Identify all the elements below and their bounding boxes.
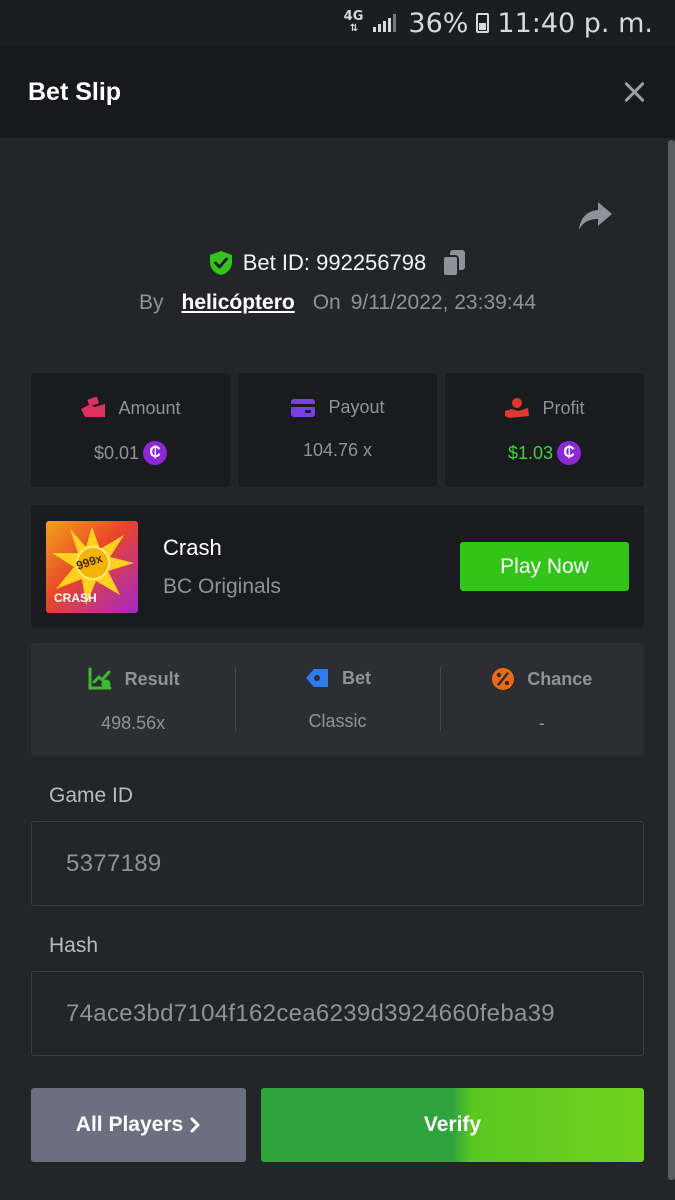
payout-label: Payout [328,397,385,417]
result-column: Result 498.56x [31,643,235,756]
status-bar: 4G ⇅ 36% 11:40 p. m. [0,0,675,46]
battery-percent: 36% [408,7,469,39]
play-now-button[interactable]: Play Now [460,542,629,591]
close-icon[interactable] [621,79,647,105]
bet-id-row: Bet ID: 992256798 [0,246,675,280]
game-card: 999x CRASH Crash BC Originals Play Now [31,505,644,628]
percent-icon [492,668,515,690]
bet-meta-row: By helicóptero On 9/11/2022, 23:39:44 [0,288,675,318]
network-type: 4G [343,9,364,24]
payout-card: Payout 104.76 x [238,373,437,487]
all-players-label: All Players [75,1113,184,1136]
hash-field[interactable] [31,971,644,1056]
bet-value: Classic [308,711,367,731]
copy-icon[interactable] [442,249,466,277]
bet-datetime: 9/11/2022, 23:39:44 [350,291,536,314]
game-result-info: Result 498.56x Bet Classic Chance - [31,643,644,756]
coin-icon: ₵ [557,441,582,465]
all-players-button[interactable]: All Players [31,1088,246,1162]
share-icon[interactable] [578,200,614,232]
chance-label: Chance [527,668,593,689]
data-arrows-icon: ⇅ [349,23,358,34]
amount-label: Amount [118,397,181,418]
result-chart-icon [88,667,112,690]
game-id-field[interactable] [31,821,644,906]
signal-icon [373,14,397,32]
verify-button[interactable]: Verify [261,1088,644,1162]
modal-title: Bet Slip [28,77,122,106]
game-id-label: Game ID [49,784,134,807]
modal-header: Bet Slip [0,46,675,138]
amount-card: Amount $0.01 ₵ [31,373,230,487]
thumbnail-label: CRASH [54,591,97,605]
username-link[interactable]: helicóptero [182,291,295,315]
payout-value: 104.76 x [302,440,373,460]
game-name[interactable]: Crash [163,535,222,561]
crash-game-thumbnail[interactable]: 999x CRASH [46,521,138,613]
network-indicator: 4G ⇅ [343,9,364,35]
coin-icon: ₵ [143,441,168,465]
game-id-input[interactable] [64,848,643,879]
hash-label: Hash [49,934,99,957]
bet-tag-icon [305,669,328,687]
battery-icon [476,13,490,33]
wallet-icon [291,398,316,417]
money-hand-icon [81,397,106,417]
hash-input[interactable] [64,998,643,1029]
profit-hand-icon [505,398,530,418]
by-label: By [139,291,164,314]
bet-label: Bet [341,667,371,688]
chance-column: Chance - [439,643,644,756]
shield-check-icon [209,251,232,275]
bet-column: Bet Classic [235,643,439,756]
profit-value: $1.03 [507,442,554,463]
clock: 11:40 p. m. [497,7,653,39]
chevron-right-icon [190,1117,200,1133]
game-provider: BC Originals [163,575,281,598]
on-label: On [312,291,341,314]
chance-value: - [538,713,545,733]
amount-value: $0.01 [93,442,140,463]
result-label: Result [124,668,180,689]
result-value: 498.56x [101,713,166,733]
profit-label: Profit [542,397,585,418]
bet-id: Bet ID: 992256798 [242,250,427,275]
profit-card: Profit $1.03 ₵ [445,373,644,487]
bet-stats: Amount $0.01 ₵ Payout 104.76 x Profit $1… [31,373,644,487]
